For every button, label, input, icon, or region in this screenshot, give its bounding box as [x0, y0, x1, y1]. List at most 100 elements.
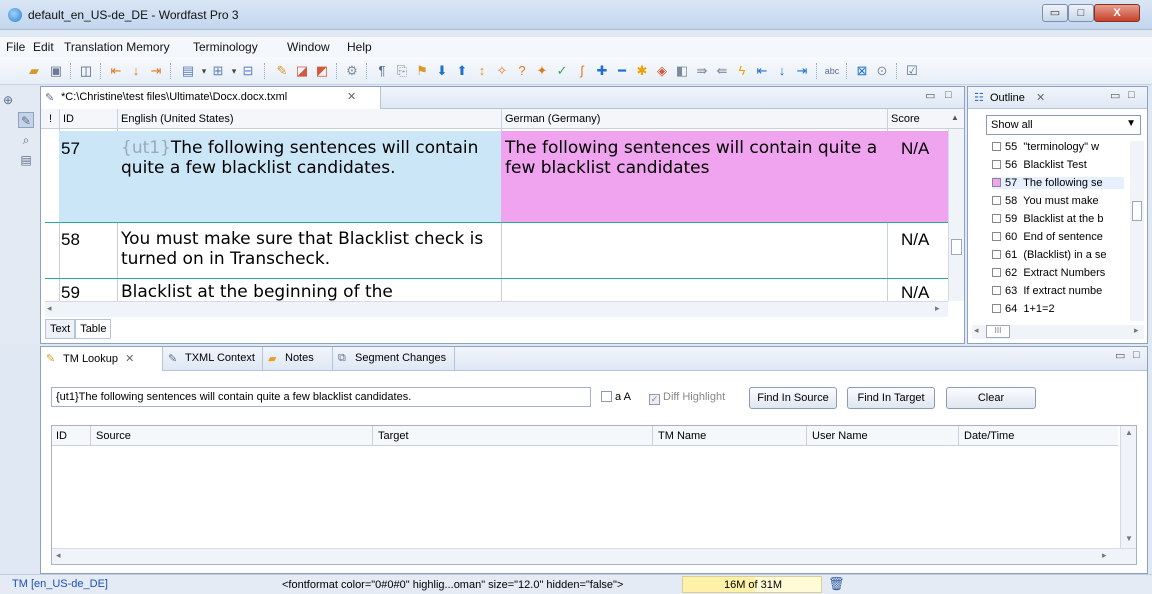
results-vertical-scrollbar[interactable]: ▲ ▼ — [1120, 426, 1136, 548]
col-flag[interactable]: ! — [49, 113, 52, 125]
case-checkbox[interactable]: a A — [601, 391, 631, 403]
tag-icon[interactable]: ⚑ — [414, 63, 430, 79]
edit-icon[interactable]: ✎ — [274, 63, 290, 79]
preview-icon[interactable]: ⊠ — [854, 63, 870, 79]
expand-icon[interactable]: ↕ — [474, 63, 490, 79]
close-button[interactable]: X — [1094, 4, 1140, 22]
outline-item[interactable]: 56 Blacklist Test — [992, 159, 1124, 171]
close-icon[interactable]: ✕ — [1036, 91, 1045, 104]
col-target[interactable]: Target — [378, 430, 409, 442]
new-project-icon[interactable]: ⊕ — [0, 92, 16, 108]
tm-add-icon[interactable]: ◩ — [314, 63, 330, 79]
minimize-icon[interactable]: ▭ — [1110, 89, 1120, 102]
segment-target[interactable]: The following sentences will contain qui… — [505, 138, 885, 178]
close-icon[interactable]: ✕ — [347, 90, 356, 103]
editor-horizontal-scrollbar[interactable]: ◂ ▸ — [45, 301, 948, 317]
note-icon[interactable]: ☑ — [904, 63, 920, 79]
outline-item[interactable]: 55 "terminology" w — [992, 141, 1124, 153]
outline-item[interactable]: 58 You must make — [992, 195, 1124, 207]
outline-item[interactable]: 62 Extract Numbers — [992, 267, 1124, 279]
outline-item[interactable]: 57 The following se — [992, 177, 1124, 189]
col-tm-name[interactable]: TM Name — [658, 430, 706, 442]
col-id[interactable]: ID — [56, 430, 67, 442]
lookup-input[interactable]: {ut1}The following sentences will contai… — [51, 387, 591, 407]
close-icon[interactable]: ✕ — [125, 353, 134, 365]
last-segment-icon[interactable]: ⇥ — [148, 63, 164, 79]
forward-icon[interactable]: ⇥ — [794, 63, 810, 79]
col-score[interactable]: Score — [891, 113, 920, 125]
down-icon[interactable]: ↓ — [774, 63, 790, 79]
editor-tab[interactable]: ✎ *C:\Christine\test files\Ultimate\Docx… — [41, 87, 381, 109]
minus-icon[interactable]: ━ — [614, 63, 630, 79]
segment-tools-icon[interactable]: ▤ — [180, 63, 196, 79]
inline-tag[interactable]: {ut1} — [121, 138, 171, 158]
col-source[interactable]: Source — [96, 430, 131, 442]
editor-view-icon[interactable]: ✎ — [18, 112, 34, 128]
col-date-time[interactable]: Date/Time — [964, 430, 1014, 442]
menu-help[interactable]: Help — [347, 40, 372, 54]
diff-highlight-checkbox[interactable]: ✓ Diff Highlight — [649, 391, 725, 405]
tab-notes[interactable]: ▰ Notes — [263, 347, 333, 371]
grid-icon[interactable]: ⊟ — [240, 63, 256, 79]
tab-segment-changes[interactable]: ⧉ Segment Changes — [333, 347, 455, 371]
status-tm[interactable]: TM [en_US-de_DE] — [12, 578, 108, 590]
search-view-icon[interactable]: ⌕ — [18, 132, 34, 148]
find-in-target-button[interactable]: Find In Target — [847, 387, 935, 409]
maximize-icon[interactable]: □ — [1128, 89, 1135, 101]
outline-item[interactable]: 64 1+1=2 — [992, 303, 1124, 315]
segment-source[interactable]: Blacklist at the beginning of the — [121, 282, 501, 301]
revert-icon[interactable]: ⇚ — [714, 63, 730, 79]
scroll-thumb[interactable]: III — [986, 325, 1010, 338]
minimize-icon[interactable]: ▭ — [1115, 349, 1125, 362]
minimize-button[interactable]: ▭ — [1042, 4, 1068, 22]
editor-vertical-scrollbar[interactable] — [948, 129, 964, 301]
trash-icon[interactable]: 🗑 — [828, 576, 845, 592]
asterisk-icon[interactable]: ✱ — [634, 63, 650, 79]
wand-next-icon[interactable]: ✦ — [534, 63, 550, 79]
menu-terminology[interactable]: Terminology — [193, 40, 258, 54]
outline-item[interactable]: 63 If extract numbe — [992, 285, 1124, 297]
spell-icon[interactable]: ʃ — [574, 63, 590, 79]
pilcrow-icon[interactable]: ¶ — [374, 63, 390, 79]
copy-source-icon[interactable]: ⎘ — [394, 63, 410, 79]
outline-item[interactable]: 61 (Blacklist) in a se — [992, 249, 1124, 261]
maximize-button[interactable]: □ — [1068, 4, 1094, 22]
find-in-source-button[interactable]: Find In Source — [749, 387, 837, 409]
outline-title[interactable]: Outline — [990, 92, 1025, 104]
outline-horizontal-scrollbar[interactable]: ◂ III ▸ — [972, 325, 1144, 339]
segment-source[interactable]: You must make sure that Blacklist check … — [121, 229, 501, 269]
table-row[interactable]: 57 {ut1}The following sentences will con… — [45, 131, 950, 223]
concordance-icon[interactable]: ◈ — [654, 63, 670, 79]
menu-translation-memory[interactable]: Translation Memory — [64, 40, 170, 54]
settings-icon[interactable]: ⚙ — [344, 63, 360, 79]
tab-table[interactable]: Table — [75, 319, 112, 339]
col-target[interactable]: German (Germany) — [505, 113, 600, 125]
arrow-up-icon[interactable]: ⬆ — [454, 63, 470, 79]
col-user-name[interactable]: User Name — [812, 430, 868, 442]
help-wand-icon[interactable]: ? — [514, 63, 530, 79]
db-view-icon[interactable]: ▤ — [18, 152, 34, 168]
project-icon[interactable]: ◫ — [78, 63, 94, 79]
wand-icon[interactable]: ✧ — [494, 63, 510, 79]
plus-icon[interactable]: ✚ — [594, 63, 610, 79]
outline-vertical-scrollbar[interactable] — [1130, 141, 1144, 321]
tab-text[interactable]: Text — [45, 319, 76, 339]
table-row[interactable]: 59 Blacklist at the beginning of the N/A — [45, 280, 950, 301]
results-horizontal-scrollbar[interactable]: ◂ ▸ — [52, 548, 1136, 564]
term-icon[interactable]: ◧ — [674, 63, 690, 79]
search-icon[interactable]: ⊙ — [874, 63, 890, 79]
translate-icon[interactable]: ⇛ — [694, 63, 710, 79]
segment-source[interactable]: {ut1}The following sentences will contai… — [121, 138, 501, 178]
scroll-up-icon[interactable]: ▲ — [951, 113, 959, 122]
tm-icon[interactable]: ◪ — [294, 63, 310, 79]
maximize-icon[interactable]: □ — [945, 89, 952, 101]
maximize-icon[interactable]: □ — [1133, 349, 1140, 361]
clear-button[interactable]: Clear — [946, 387, 1036, 409]
outline-item[interactable]: 60 End of sentence — [992, 231, 1124, 243]
col-source[interactable]: English (United States) — [121, 113, 234, 125]
back-icon[interactable]: ⇤ — [754, 63, 770, 79]
outline-filter-select[interactable]: Show all ▼ — [986, 115, 1141, 135]
menu-edit[interactable]: Edit — [33, 40, 54, 54]
arrow-down-icon[interactable]: ⬇ — [434, 63, 450, 79]
menu-window[interactable]: Window — [287, 40, 330, 54]
